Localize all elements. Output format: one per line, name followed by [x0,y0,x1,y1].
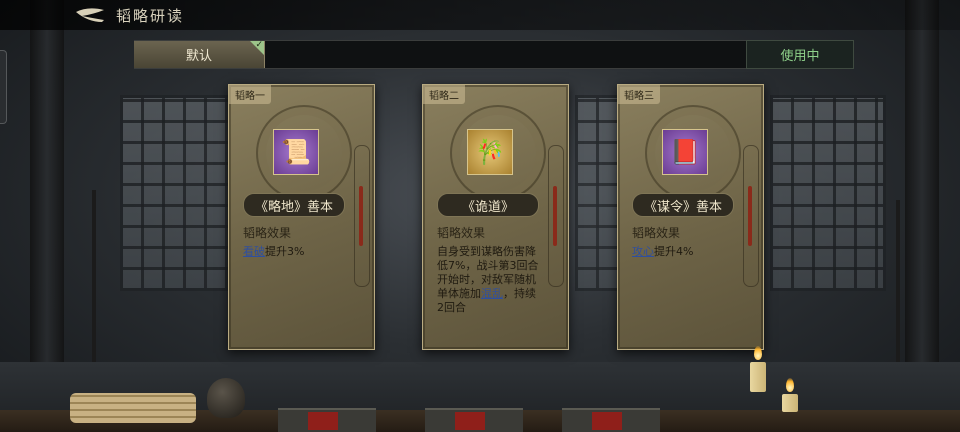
card-side-rail [548,145,564,287]
effect-label: 韬略效果 [437,226,486,240]
effect-value: 提升3% [265,245,305,258]
effect-text: 攻心提升4% [632,245,736,259]
candelabra-left [92,190,96,380]
tab-default[interactable]: 默认 [134,40,265,68]
candle-prop-2 [782,394,798,412]
effect-keyword-link[interactable]: 看破 [243,245,265,258]
book-prop-1 [278,408,376,432]
effect-keyword-link[interactable]: 混乱 [481,287,503,300]
incense-burner-prop [207,378,245,418]
book-prop-2 [425,408,523,432]
effect-keyword-link[interactable]: 攻心 [632,245,654,258]
candle-prop-1 [750,362,766,392]
strategy-tab-bar: 默认 [134,40,852,69]
card-name: 《谋令》善本 [632,193,734,217]
card-name: 《诡道》 [437,193,539,217]
candle-flame-icon [786,378,794,392]
card-name: 《略地》善本 [243,193,345,217]
card-tag: 韬略一 [229,85,271,104]
book-prop-3 [562,408,660,432]
card-tag: 韬略三 [618,85,660,104]
back-icon[interactable] [74,6,108,24]
card-tag: 韬略二 [423,85,465,104]
selected-check-icon [250,40,264,55]
tab-default-label: 默认 [185,49,212,64]
card-side-rail [743,145,759,287]
page-title: 韬略研读 [116,7,185,25]
effect-text: 看破提升3% [243,245,347,259]
background-window-center [575,95,621,291]
background-window-left [120,95,236,291]
scroll-bundle-prop [70,393,196,423]
background-window-right [770,95,886,291]
book-bundle-icon: 📕 [662,129,708,175]
in-use-button[interactable]: 使用中 [746,40,854,69]
top-header: 韬略研读 [0,0,960,30]
effect-label: 韬略效果 [632,226,681,240]
effect-value: 提升4% [654,245,694,258]
candle-flame-icon [754,346,762,360]
bamboo-scroll-icon: 🎋 [467,129,513,175]
scroll-bundle-icon: 📜 [273,129,319,175]
effect-label: 韬略效果 [243,226,292,240]
strategy-card-2[interactable]: 韬略二 🎋 《诡道》 韬略效果 自身受到谋略伤害降低7%，战斗第3回合开始时，对… [422,84,569,350]
side-drawer-handle[interactable] [0,50,7,124]
effect-text: 自身受到谋略伤害降低7%，战斗第3回合开始时，对敌军随机单体施加混乱，持续2回合 [437,245,541,315]
card-side-rail [354,145,370,287]
strategy-card-3[interactable]: 韬略三 📕 《谋令》善本 韬略效果 攻心提升4% [617,84,764,350]
strategy-card-1[interactable]: 韬略一 📜 《略地》善本 韬略效果 看破提升3% [228,84,375,350]
